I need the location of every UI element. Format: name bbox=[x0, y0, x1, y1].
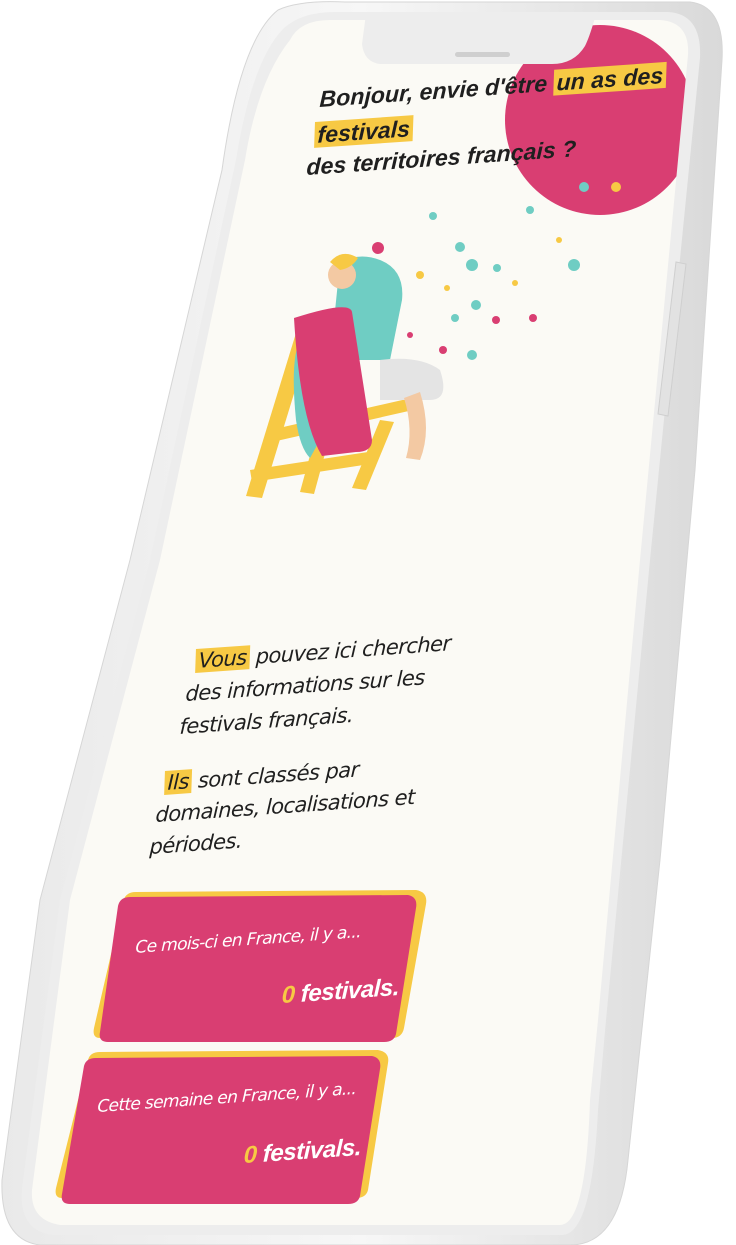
card-this-month-unit: festivals. bbox=[294, 973, 400, 1009]
intro-line-2: festivals bbox=[314, 115, 414, 149]
desc-highlight-vous: Vous bbox=[195, 645, 251, 673]
intro-line-1: Bonjour, envie d'être un as des bbox=[319, 61, 667, 113]
card-this-month-label: Ce mois-ci en France, il y a... bbox=[135, 922, 362, 958]
screen-content: Bonjour, envie d'être un as des festival… bbox=[0, 0, 736, 1245]
desc-p2-rest: sont classés par bbox=[191, 757, 360, 794]
card-this-month-number: 0 bbox=[281, 981, 296, 1010]
intro-highlight-1: un as des bbox=[553, 61, 667, 96]
card-this-week-number: 0 bbox=[243, 1141, 258, 1170]
card-this-week-label: Cette semaine en France, il y a... bbox=[97, 1079, 357, 1117]
card-this-week-count: 0 festivals. bbox=[243, 1134, 361, 1170]
intro-prefix: Bonjour, envie d'être bbox=[319, 69, 555, 112]
app-mockup: Bonjour, envie d'être un as des festival… bbox=[0, 0, 736, 1245]
card-this-month-count: 0 festivals. bbox=[281, 974, 399, 1010]
card-this-week-unit: festivals. bbox=[256, 1133, 362, 1169]
desc-p2-line-3: périodes. bbox=[149, 828, 243, 859]
desc-p1-rest: pouvez ici chercher bbox=[249, 631, 451, 670]
desc-p1-line-3: festivals français. bbox=[179, 702, 354, 739]
desc-highlight-ils: Ils bbox=[164, 769, 193, 795]
intro-highlight-2: festivals bbox=[314, 115, 414, 148]
